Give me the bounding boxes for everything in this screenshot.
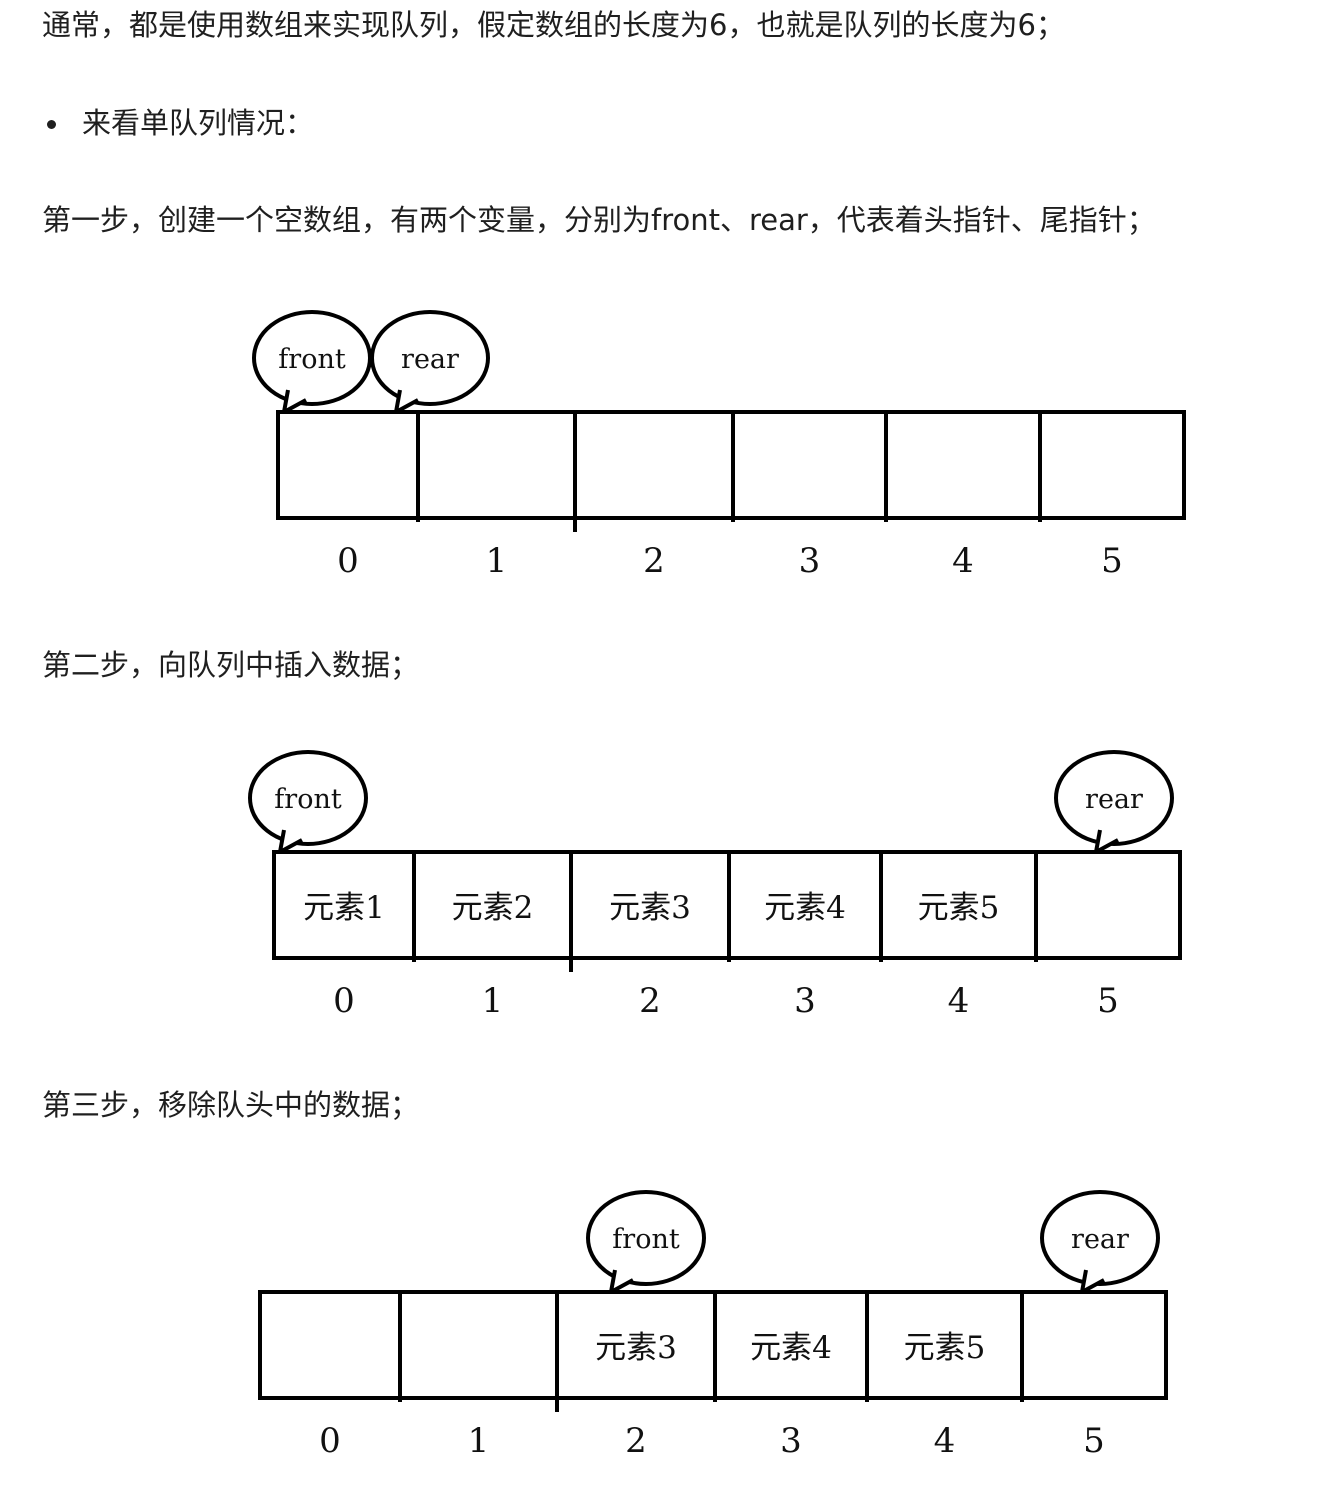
array-cell: 5 xyxy=(1034,852,1119,1021)
array-cell: 元素4 3 xyxy=(713,1292,832,1461)
cell-index: 2 xyxy=(643,541,665,581)
queue-diagram-inserted: 元素1 0 元素2 1 元素3 2 元素4 3 元素5 4 5 front rear xyxy=(248,750,1182,1021)
cell-index: 5 xyxy=(1097,981,1119,1021)
pointer-label: front xyxy=(278,344,346,375)
cell-index: 4 xyxy=(948,981,970,1021)
array-cell: 元素3 2 xyxy=(569,852,691,1021)
array-cell: 1 xyxy=(398,1292,490,1461)
array-cell: 0 xyxy=(319,1421,341,1461)
cell-value: 元素4 xyxy=(764,890,846,926)
cell-value: 元素3 xyxy=(609,890,691,926)
queue-diagram-dequeued: 0 1 元素3 2 元素4 3 元素5 4 5 front rear xyxy=(258,1190,1168,1461)
pointer-label: front xyxy=(612,1224,680,1255)
front-pointer-bubble: front xyxy=(586,1190,706,1294)
cell-index: 4 xyxy=(934,1421,956,1461)
array-cell: 元素3 2 xyxy=(555,1292,677,1461)
array-cell: 元素2 1 xyxy=(412,852,534,1021)
array-cell: 4 xyxy=(884,412,974,581)
front-pointer-bubble: front xyxy=(248,750,368,854)
cell-index: 1 xyxy=(482,981,504,1021)
cell-value: 元素3 xyxy=(595,1330,677,1366)
cell-value: 元素5 xyxy=(904,1330,986,1366)
cell-index: 2 xyxy=(625,1421,647,1461)
array-cell: 元素1 0 xyxy=(303,890,385,1021)
step2-paragraph: 第二步，向队列中插入数据； xyxy=(42,648,420,682)
rear-pointer-bubble: rear xyxy=(1040,1190,1160,1294)
cell-value: 元素1 xyxy=(303,890,385,926)
cell-index: 1 xyxy=(468,1421,490,1461)
bullet-dot xyxy=(47,120,56,129)
cell-index: 3 xyxy=(794,981,816,1021)
array-cell: 3 xyxy=(731,412,821,581)
array-cell: 0 xyxy=(337,541,359,581)
cell-index: 3 xyxy=(780,1421,802,1461)
intro-paragraph: 通常，都是使用数组来实现队列，假定数组的长度为6，也就是队列的长度为6； xyxy=(42,8,1065,42)
cell-index: 5 xyxy=(1101,541,1123,581)
cell-value: 元素5 xyxy=(918,890,1000,926)
pointer-label: rear xyxy=(1085,784,1143,815)
array-cell: 1 xyxy=(416,412,508,581)
step1-paragraph: 第一步，创建一个空数组，有两个变量，分别为front、rear，代表着头指针、尾… xyxy=(42,203,1156,237)
array-cell: 元素5 4 xyxy=(865,1292,986,1461)
rear-pointer-bubble: rear xyxy=(1054,750,1174,854)
bullet-text: 来看单队列情况： xyxy=(82,106,315,140)
cell-index: 3 xyxy=(799,541,821,581)
queue-diagram-empty: 0 1 2 3 4 5 front rear xyxy=(252,310,1186,581)
front-pointer-bubble: front xyxy=(252,310,372,414)
cell-index: 0 xyxy=(337,541,359,581)
array-cell: 元素5 4 xyxy=(879,852,1000,1021)
cell-index: 0 xyxy=(319,1421,341,1461)
rear-pointer-bubble: rear xyxy=(370,310,490,414)
pointer-label: front xyxy=(274,784,342,815)
cell-index: 2 xyxy=(639,981,661,1021)
array-cell: 5 xyxy=(1038,412,1123,581)
cell-index: 0 xyxy=(333,981,355,1021)
cell-index: 5 xyxy=(1083,1421,1105,1461)
array-cell: 5 xyxy=(1020,1292,1105,1461)
cell-index: 1 xyxy=(486,541,508,581)
pointer-label: rear xyxy=(1071,1224,1129,1255)
pointer-label: rear xyxy=(401,344,459,375)
cell-value: 元素4 xyxy=(750,1330,832,1366)
cell-value: 元素2 xyxy=(452,890,534,926)
array-cell: 2 xyxy=(573,412,665,581)
array-cell: 元素4 3 xyxy=(727,852,846,1021)
cell-index: 4 xyxy=(952,541,974,581)
step3-paragraph: 第三步，移除队头中的数据； xyxy=(42,1088,420,1122)
